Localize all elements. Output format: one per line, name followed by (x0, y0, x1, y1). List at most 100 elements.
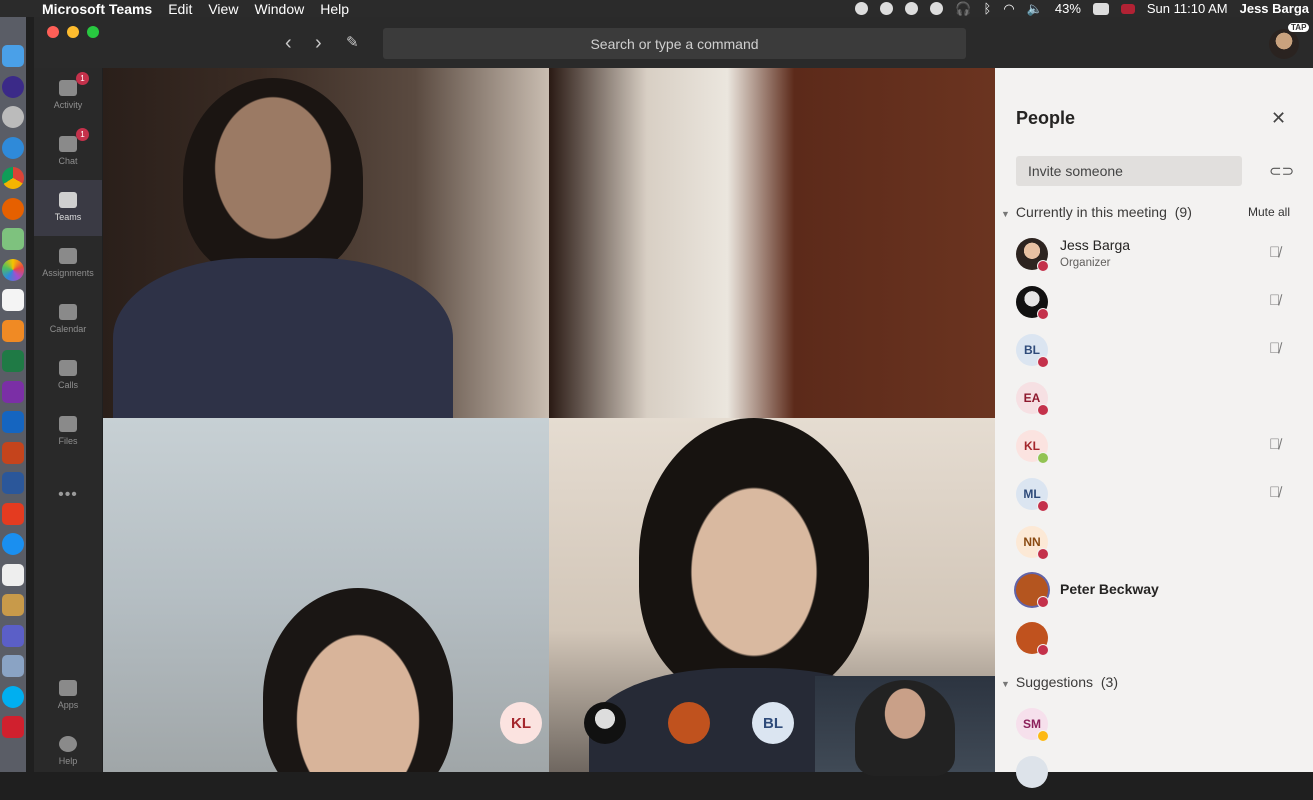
video-tile-1[interactable] (103, 68, 549, 418)
skype-icon[interactable] (2, 685, 24, 708)
rail-item-chat[interactable]: Chat 1 (34, 124, 102, 180)
flag-icon[interactable] (1120, 3, 1135, 14)
video-tile-2[interactable] (549, 68, 995, 418)
mute-all-button[interactable]: Mute all (1248, 205, 1290, 219)
status-app-icon[interactable] (855, 2, 869, 15)
calendar-icon (59, 304, 77, 320)
rail-label: Help (58, 756, 78, 766)
participant-row[interactable]: EA (995, 378, 1313, 426)
menu-user[interactable]: Jess Barga (1240, 1, 1309, 16)
participant-row[interactable]: Jess Barga Organizer 🎙̸ (995, 234, 1313, 282)
suggestion-row[interactable]: SM (995, 704, 1313, 752)
participant-row[interactable]: ML 🎙̸ (995, 474, 1313, 522)
status-busy-icon (1037, 596, 1049, 608)
safari-icon[interactable] (2, 136, 24, 159)
participant-row[interactable] (995, 618, 1313, 666)
status-busy-icon (1037, 500, 1049, 512)
strip-avatar-bl[interactable]: BL (752, 702, 794, 744)
battery-icon[interactable] (1092, 2, 1109, 15)
books-icon[interactable] (2, 319, 24, 342)
rail-item-teams[interactable]: Teams (34, 180, 102, 236)
finder-icon[interactable] (2, 45, 24, 67)
menu-window[interactable]: Window (254, 1, 304, 17)
photos-icon[interactable] (2, 258, 24, 281)
suggestion-row[interactable] (995, 752, 1313, 800)
tap-badge: TAP (1288, 23, 1310, 32)
check-icon[interactable] (880, 2, 894, 15)
mic-off-icon[interactable]: 🎙̸ (1269, 292, 1280, 309)
firefox-icon[interactable] (2, 197, 24, 220)
evernote-icon[interactable] (2, 716, 24, 738)
outlook-icon[interactable] (2, 411, 24, 433)
rail-label: Teams (54, 212, 82, 222)
library-icon[interactable] (2, 594, 24, 616)
invite-input[interactable]: Invite someone (1016, 156, 1242, 186)
app-icon[interactable] (2, 563, 24, 586)
music-icon[interactable] (2, 289, 24, 311)
volume-icon[interactable]: 🔈 (1027, 1, 1043, 17)
wifi-icon[interactable]: ◠ (1003, 1, 1014, 17)
word-icon[interactable] (2, 472, 24, 494)
menu-app-name[interactable]: Microsoft Teams (42, 1, 152, 17)
clock[interactable]: Sun 11:10 AM (1147, 1, 1228, 16)
section-current[interactable]: ▼ Currently in this meeting (9) (1001, 204, 1192, 220)
mic-off-icon[interactable]: 🎙̸ (1269, 244, 1280, 261)
excel-icon[interactable] (2, 350, 24, 372)
office-icon[interactable] (2, 502, 24, 525)
participant-row[interactable]: BL 🎙̸ (995, 330, 1313, 378)
section-suggestions[interactable]: ▼ Suggestions (3) (1001, 674, 1118, 690)
participant-row[interactable]: NN (995, 522, 1313, 570)
compose-icon[interactable]: ✎ (346, 33, 359, 53)
rail-item-calendar[interactable]: Calendar (34, 292, 102, 348)
video-tile-3[interactable] (103, 418, 549, 772)
mic-off-icon[interactable]: 🎙̸ (1269, 484, 1280, 501)
rail-item-calls[interactable]: Calls (34, 348, 102, 404)
search-input[interactable]: Search or type a command (383, 28, 966, 59)
bell-icon (59, 80, 77, 96)
preview-icon[interactable] (2, 655, 24, 677)
zoom-window-button[interactable] (87, 26, 99, 38)
participant-video-image (183, 78, 363, 278)
menu-view[interactable]: View (208, 1, 238, 17)
more-apps-icon[interactable]: ••• (34, 486, 102, 504)
mic-off-icon[interactable]: 🎙̸ (1269, 340, 1280, 357)
strip-avatar-cake[interactable] (668, 702, 710, 744)
rail-item-activity[interactable]: Activity 1 (34, 68, 102, 124)
teams-icon[interactable] (2, 624, 24, 647)
strip-avatar-photo[interactable] (584, 702, 626, 744)
participant-row[interactable]: 🎙̸ (995, 282, 1313, 330)
onenote-icon[interactable] (2, 380, 24, 403)
menu-edit[interactable]: Edit (168, 1, 192, 17)
rail-label: Chat (58, 156, 78, 166)
bluetooth-icon[interactable]: ᛒ (984, 1, 992, 16)
status-available-icon (1037, 452, 1049, 464)
powerpoint-icon[interactable] (2, 441, 24, 464)
gem-icon[interactable] (930, 2, 944, 15)
rail-item-apps[interactable]: Apps (34, 668, 102, 724)
close-window-button[interactable] (47, 26, 59, 38)
strip-avatar-kl[interactable]: KL (500, 702, 542, 744)
maps-icon[interactable] (2, 228, 24, 250)
self-preview-video[interactable] (815, 676, 995, 776)
close-icon[interactable]: ✕ (1271, 108, 1286, 129)
chrome-icon[interactable] (2, 167, 24, 189)
self-video-image (855, 680, 955, 776)
launchpad-icon[interactable] (2, 106, 24, 128)
mic-off-icon[interactable]: 🎙̸ (1269, 436, 1280, 453)
cloud-icon[interactable] (905, 2, 919, 15)
battery-percent[interactable]: 43% (1055, 1, 1081, 16)
app-store-icon[interactable] (2, 533, 24, 555)
status-away-icon (1037, 730, 1049, 742)
link-icon[interactable]: ⊂⊃ (1269, 162, 1294, 180)
minimize-window-button[interactable] (67, 26, 79, 38)
menu-help[interactable]: Help (320, 1, 349, 17)
back-icon[interactable]: ‹ (285, 33, 292, 53)
forward-icon[interactable]: › (315, 33, 322, 53)
profile-avatar[interactable] (1269, 29, 1299, 59)
participant-row[interactable]: Peter Beckway (995, 570, 1313, 618)
headphones-icon[interactable]: 🎧 (955, 1, 971, 17)
participant-row[interactable]: KL 🎙̸ (995, 426, 1313, 474)
siri-icon[interactable] (2, 75, 24, 98)
rail-item-files[interactable]: Files (34, 404, 102, 460)
rail-item-assignments[interactable]: Assignments (34, 236, 102, 292)
